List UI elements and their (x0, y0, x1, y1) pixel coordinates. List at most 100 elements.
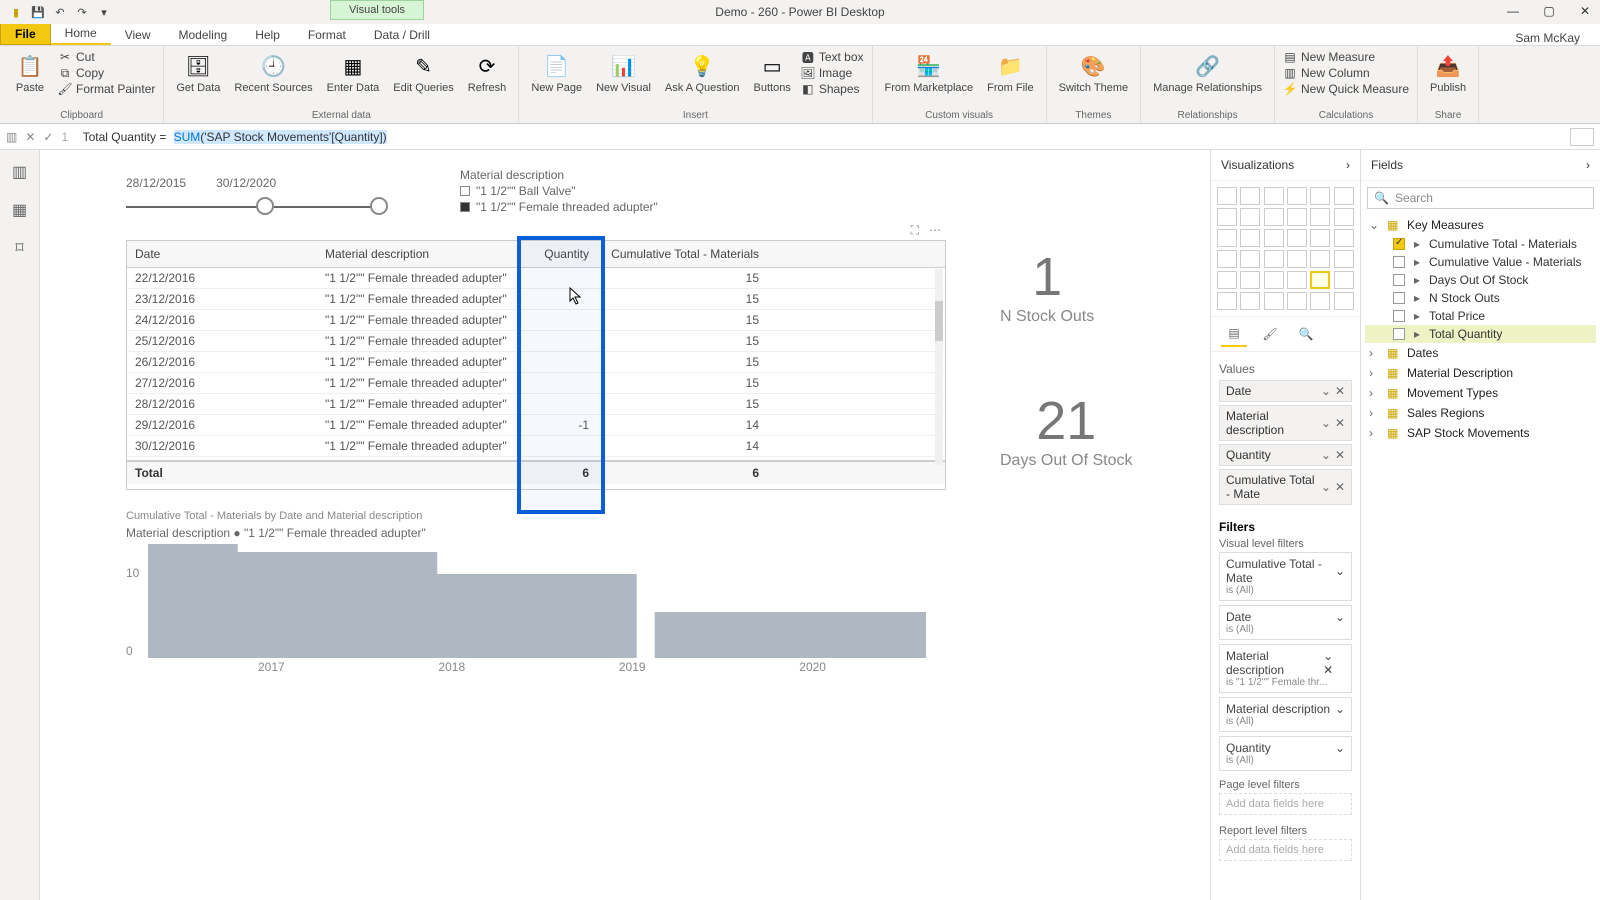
table-visual[interactable]: ⛶⋯ Date Material description Quantity Cu… (126, 240, 946, 490)
remove-field-icon[interactable]: ✕ (1335, 480, 1345, 494)
cancel-formula-icon[interactable]: ✕ (25, 130, 35, 144)
cut-button[interactable]: ✂Cut (58, 50, 155, 64)
remove-field-icon[interactable]: ✕ (1335, 416, 1345, 430)
paste-button[interactable]: 📋Paste (8, 50, 52, 96)
field-well[interactable]: Date⌄✕ (1219, 380, 1352, 402)
viz-type-button[interactable] (1287, 208, 1307, 226)
formula-expand-icon[interactable] (1570, 128, 1594, 146)
tab-home[interactable]: Home (51, 23, 111, 45)
field-checkbox[interactable] (1393, 274, 1405, 286)
slicer-handle-right[interactable] (370, 197, 388, 215)
text-box-button[interactable]: 🅰Text box (801, 50, 864, 64)
remove-field-icon[interactable]: ✕ (1335, 448, 1345, 462)
tab-data-drill[interactable]: Data / Drill (360, 25, 444, 45)
filter-card[interactable]: Date⌄is (All) (1219, 605, 1352, 640)
table-row[interactable]: 28/12/2016"1 1/2"" Female threaded adupt… (127, 394, 945, 415)
chevron-down-icon[interactable]: ⌄ (1335, 741, 1345, 755)
remove-field-icon[interactable]: ✕ (1335, 384, 1345, 398)
tab-modeling[interactable]: Modeling (164, 25, 241, 45)
viz-type-button[interactable] (1240, 292, 1260, 310)
refresh-button[interactable]: ⟳Refresh (464, 50, 511, 96)
date-slicer[interactable]: 28/12/201530/12/2020 (126, 176, 378, 208)
edit-queries-button[interactable]: ✎Edit Queries (389, 50, 458, 96)
viz-type-button[interactable] (1334, 292, 1354, 310)
tab-view[interactable]: View (111, 25, 165, 45)
table-header[interactable]: ›▦Movement Types (1365, 383, 1596, 403)
col-header-quantity[interactable]: Quantity (517, 241, 597, 267)
table-row[interactable]: 25/12/2016"1 1/2"" Female threaded adupt… (127, 331, 945, 352)
tab-format[interactable]: Format (294, 25, 360, 45)
recent-sources-button[interactable]: 🕘Recent Sources (230, 50, 316, 96)
viz-type-button[interactable] (1217, 208, 1237, 226)
filter-card[interactable]: Material description⌄ ✕is "1 1/2"" Femal… (1219, 644, 1352, 693)
filter-card[interactable]: Cumulative Total - Mate⌄is (All) (1219, 552, 1352, 601)
table-row[interactable]: 30/12/2016"1 1/2"" Female threaded adupt… (127, 436, 945, 457)
area-chart[interactable]: Cumulative Total - Materials by Date and… (126, 510, 946, 674)
table-header[interactable]: ›▦Sales Regions (1365, 403, 1596, 423)
commit-formula-icon[interactable]: ✓ (43, 130, 53, 144)
data-view-button[interactable]: ▦ (10, 200, 30, 220)
redo-icon[interactable]: ↷ (74, 4, 90, 20)
viz-type-button[interactable] (1217, 250, 1237, 268)
collapse-pane-icon[interactable]: › (1346, 158, 1350, 172)
get-data-button[interactable]: 🗄Get Data (172, 50, 224, 96)
formula-bar[interactable]: ▥ ✕✓ 1 Total Quantity = SUM('SAP Stock M… (0, 124, 1600, 150)
viz-type-button[interactable] (1264, 229, 1284, 247)
remove-filter-icon[interactable]: ✕ (1323, 663, 1333, 677)
ask-question-button[interactable]: 💡Ask A Question (661, 50, 744, 96)
viz-type-button[interactable] (1287, 292, 1307, 310)
col-header-date[interactable]: Date (127, 241, 317, 267)
viz-type-button[interactable] (1240, 250, 1260, 268)
from-file-button[interactable]: 📁From File (983, 50, 1037, 96)
viz-type-button[interactable] (1287, 271, 1307, 289)
report-canvas[interactable]: 28/12/201530/12/2020 Material descriptio… (40, 150, 1210, 900)
collapse-pane-icon[interactable]: › (1586, 158, 1590, 172)
format-tab-icon[interactable]: 🖌 (1257, 321, 1283, 347)
report-filters-drop[interactable]: Add data fields here (1219, 839, 1352, 861)
card-days-out[interactable]: 21 Days Out Of Stock (1000, 390, 1132, 470)
fields-search[interactable]: 🔍Search (1367, 187, 1594, 209)
save-icon[interactable]: 💾 (30, 4, 46, 20)
field-item[interactable]: ▸Cumulative Value - Materials (1365, 253, 1596, 271)
tab-file[interactable]: File (0, 23, 51, 45)
formula-text[interactable]: 1 Total Quantity = SUM('SAP Stock Moveme… (61, 130, 386, 144)
undo-icon[interactable]: ↶ (52, 4, 68, 20)
focus-mode-icon[interactable]: ⛶ (911, 223, 919, 238)
tab-help[interactable]: Help (241, 25, 294, 45)
col-header-material[interactable]: Material description (317, 241, 517, 267)
viz-type-button[interactable] (1334, 208, 1354, 226)
col-header-cumulative[interactable]: Cumulative Total - Materials (597, 241, 767, 267)
analytics-tab-icon[interactable]: 🔍 (1293, 321, 1319, 347)
chevron-down-icon[interactable]: ⌄ (1323, 649, 1333, 663)
viz-type-button[interactable] (1334, 229, 1354, 247)
field-checkbox[interactable] (1393, 292, 1405, 304)
field-item[interactable]: ▸N Stock Outs (1365, 289, 1596, 307)
viz-type-button[interactable] (1310, 250, 1330, 268)
viz-type-button[interactable] (1287, 229, 1307, 247)
chevron-down-icon[interactable]: ⌄ (1321, 448, 1331, 462)
new-page-button[interactable]: 📄New Page (527, 50, 586, 96)
field-item[interactable]: ▸Cumulative Total - Materials (1365, 235, 1596, 253)
viz-type-button[interactable] (1310, 271, 1330, 289)
marketplace-button[interactable]: 🏪From Marketplace (881, 50, 978, 96)
table-scrollbar[interactable] (935, 269, 943, 465)
field-checkbox[interactable] (1393, 256, 1405, 268)
qat-more-icon[interactable]: ▾ (96, 4, 112, 20)
viz-type-button[interactable] (1334, 250, 1354, 268)
report-view-button[interactable]: ▥ (10, 162, 30, 182)
viz-type-button[interactable] (1264, 250, 1284, 268)
viz-type-button[interactable] (1240, 208, 1260, 226)
table-row[interactable]: 24/12/2016"1 1/2"" Female threaded adupt… (127, 310, 945, 331)
chevron-down-icon[interactable]: ⌄ (1335, 610, 1345, 624)
slicer-handle-left[interactable] (256, 197, 274, 215)
field-item[interactable]: ▸Days Out Of Stock (1365, 271, 1596, 289)
viz-type-button[interactable] (1310, 292, 1330, 310)
chevron-down-icon[interactable]: ⌄ (1321, 416, 1331, 430)
manage-relationships-button[interactable]: 🔗Manage Relationships (1149, 50, 1266, 96)
viz-type-button[interactable] (1334, 187, 1354, 205)
image-button[interactable]: 🖼Image (801, 66, 864, 80)
maximize-icon[interactable]: ▢ (1540, 2, 1558, 20)
viz-type-button[interactable] (1240, 271, 1260, 289)
close-icon[interactable]: ✕ (1576, 2, 1594, 20)
viz-type-button[interactable] (1217, 292, 1237, 310)
